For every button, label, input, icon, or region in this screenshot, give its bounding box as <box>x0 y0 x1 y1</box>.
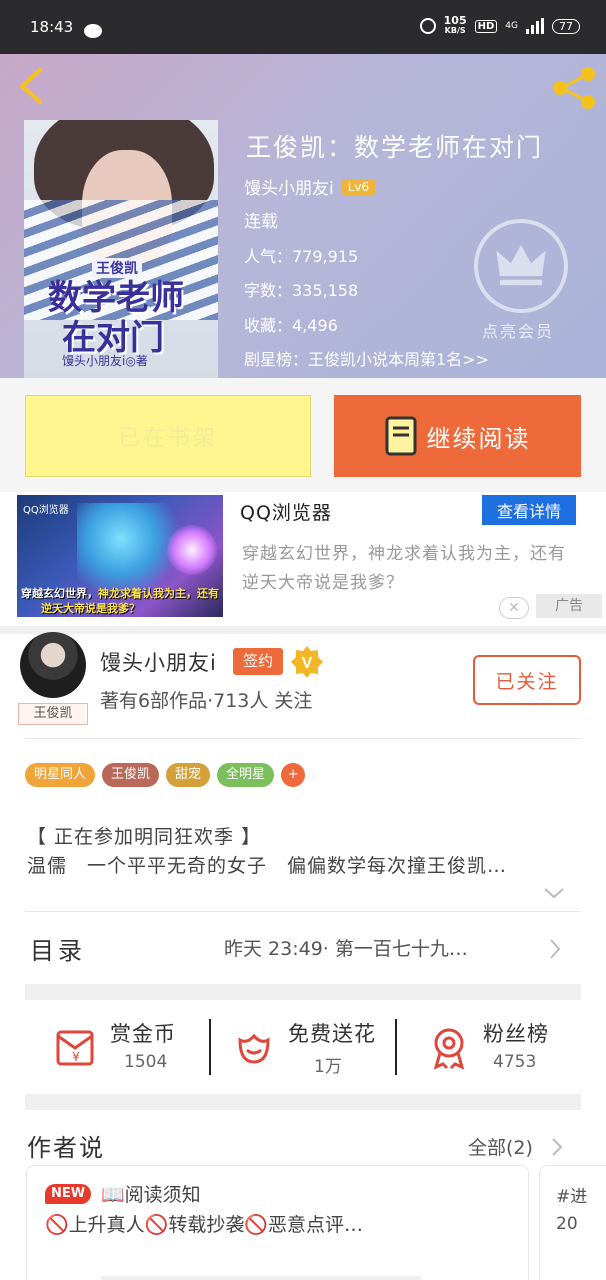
reward-coins[interactable]: ¥ 赏金币 1504 <box>54 1014 204 1078</box>
author-works-info: 著有6部作品·713人 关注 <box>100 690 313 712</box>
share-icon[interactable] <box>550 66 598 110</box>
svg-text:V: V <box>302 655 313 672</box>
red-envelope-icon: ¥ <box>56 1030 94 1066</box>
medal-icon <box>433 1028 465 1070</box>
note-placeholder-line <box>101 1276 421 1280</box>
flower-icon <box>238 1033 270 1064</box>
book-cover[interactable]: 王俊凯 数学老师 在对门 馒头小朋友i◎著 <box>24 120 218 378</box>
separator <box>209 1019 211 1075</box>
verified-icon: V <box>291 646 323 678</box>
catalog-label[interactable]: 目录 <box>30 931 86 966</box>
favorites-stat: 收藏：4,496 <box>244 316 338 335</box>
author-avatar[interactable] <box>20 632 86 698</box>
divider <box>0 626 606 634</box>
vip-label[interactable]: 点亮会员 <box>482 318 554 342</box>
cover-author: 馒头小朋友i◎著 <box>62 354 148 368</box>
book-title: 王俊凯：数学老师在对门 <box>246 133 544 162</box>
ad-label: 广告 <box>536 594 602 618</box>
net-speed: 105 KB/S <box>443 14 467 35</box>
divider <box>25 738 581 739</box>
status-icons: 105 KB/S HD 4G 77 <box>419 14 580 36</box>
tag-item[interactable]: 王俊凯 <box>102 763 160 787</box>
crown-icon[interactable] <box>474 219 568 313</box>
follow-button[interactable]: 已关注 <box>473 655 581 705</box>
note-title: 📖阅读须知 <box>101 1184 201 1206</box>
reward-fan-rank[interactable]: 粉丝榜 4753 <box>427 1014 577 1078</box>
reward-label: 赏金币 <box>110 1022 176 1046</box>
ad-banner[interactable]: QQ浏览器 穿越玄幻世界，神龙求着认我为主，还有 逆天大帝说是我爹？ QQ浏览器… <box>0 492 606 626</box>
rank-link[interactable]: 剧星榜：王俊凯小说本周第1名>> <box>244 346 489 370</box>
level-badge: Lv6 <box>341 178 376 195</box>
book-icon <box>385 416 416 456</box>
reward-flowers[interactable]: 免费送花 1万 <box>232 1014 382 1078</box>
divider <box>25 911 581 912</box>
add-tag-button[interactable]: + <box>281 763 306 787</box>
chevron-down-icon[interactable] <box>543 886 565 900</box>
intro-line-1: 【 正在参加明同狂欢季 】 <box>27 826 262 848</box>
intro-line-2: 温儒 一个平平无奇的女子 偏偏数学每次撞王俊凯… <box>27 855 508 877</box>
alarm-icon <box>419 18 436 34</box>
author-row: 馒头小朋友i Lv6 <box>244 174 376 199</box>
ad-description[interactable]: 穿越玄幻世界，神龙求着认我为主，还有逆天大帝说是我爹？ <box>242 540 572 598</box>
tag-item[interactable]: 全明星 <box>217 763 275 787</box>
reward-value: 1504 <box>124 1052 168 1072</box>
ad-image-caption-2: 逆天大帝说是我爹？ <box>41 602 140 615</box>
ad-image[interactable]: QQ浏览器 穿越玄幻世界，神龙求着认我为主，还有 逆天大帝说是我爹？ <box>17 495 223 617</box>
ad-title[interactable]: QQ浏览器 <box>240 498 332 525</box>
reward-label: 粉丝榜 <box>483 1022 549 1046</box>
author-name[interactable]: 馒头小朋友i <box>244 174 334 199</box>
avatar-tag: 王俊凯 <box>18 703 88 725</box>
back-arrow-icon[interactable] <box>14 66 48 106</box>
svg-text:¥: ¥ <box>72 1050 80 1064</box>
tag-item[interactable]: 明星同人 <box>25 763 96 787</box>
battery-icon: 77 <box>552 18 580 34</box>
action-bar: 已在书架 继续阅读 <box>0 378 606 492</box>
reward-label: 免费送花 <box>288 1022 376 1046</box>
ad-close-icon[interactable]: ✕ <box>499 597 529 619</box>
signed-badge: 签约 <box>233 648 283 675</box>
wechat-icon <box>84 24 102 38</box>
serial-status: 连载 <box>244 212 278 232</box>
tag-list: 明星同人 王俊凯 甜宠 全明星 + <box>25 763 306 787</box>
new-badge: NEW <box>45 1184 91 1204</box>
cover-title: 数学老师 在对门 <box>48 278 184 358</box>
ad-image-caption: 穿越玄幻世界，神龙求着认我为主，还有 <box>21 587 219 600</box>
cover-subtitle: 王俊凯 <box>92 258 142 278</box>
divider <box>25 1094 581 1110</box>
status-time: 18:43 <box>30 18 74 36</box>
reward-value: 1万 <box>314 1057 342 1077</box>
author-says-all-link[interactable]: 全部(2) <box>468 1133 533 1160</box>
author-profile-name[interactable]: 馒头小朋友i <box>100 647 217 677</box>
continue-reading-label: 继续阅读 <box>426 424 531 453</box>
author-note-card[interactable]: NEW 📖阅读须知 🚫上升真人🚫转载抄袭🚫恶意点评… <box>26 1165 529 1280</box>
signal-icon <box>526 18 544 34</box>
network-type: 4G <box>505 21 518 31</box>
book-header: 王俊凯 数学老师 在对门 馒头小朋友i◎著 王俊凯：数学老师在对门 馒头小朋友i… <box>0 54 606 378</box>
divider <box>25 984 581 1000</box>
ad-details-button[interactable]: 查看详情 <box>482 495 576 525</box>
tag-item[interactable]: 甜宠 <box>166 763 211 787</box>
on-shelf-button[interactable]: 已在书架 <box>25 395 311 477</box>
ad-image-logo: QQ浏览器 <box>23 505 69 516</box>
app-root: 18:43 105 KB/S HD 4G 77 王俊凯 数学老师 在对门 馒头小… <box>0 0 606 1280</box>
word-count-stat: 字数：335,158 <box>244 281 359 300</box>
chevron-right-icon[interactable] <box>551 1137 563 1157</box>
reward-value: 4753 <box>493 1052 537 1072</box>
latest-chapter[interactable]: 昨天 23:49· 第一百七十九… <box>224 934 468 961</box>
status-bar: 18:43 105 KB/S HD 4G 77 <box>0 0 606 54</box>
author-note-card[interactable]: #进 20 <box>539 1165 606 1280</box>
note-text: #进 <box>556 1187 588 1207</box>
separator <box>395 1019 397 1075</box>
note-text: 20 <box>556 1214 578 1234</box>
author-says-title: 作者说 <box>27 1134 105 1162</box>
popularity-stat: 人气：779,915 <box>244 247 359 266</box>
chevron-right-icon[interactable] <box>548 938 562 960</box>
note-text: 🚫上升真人🚫转载抄袭🚫恶意点评… <box>45 1214 363 1236</box>
continue-reading-button[interactable]: 继续阅读 <box>334 395 581 477</box>
hd-icon: HD <box>474 19 498 33</box>
